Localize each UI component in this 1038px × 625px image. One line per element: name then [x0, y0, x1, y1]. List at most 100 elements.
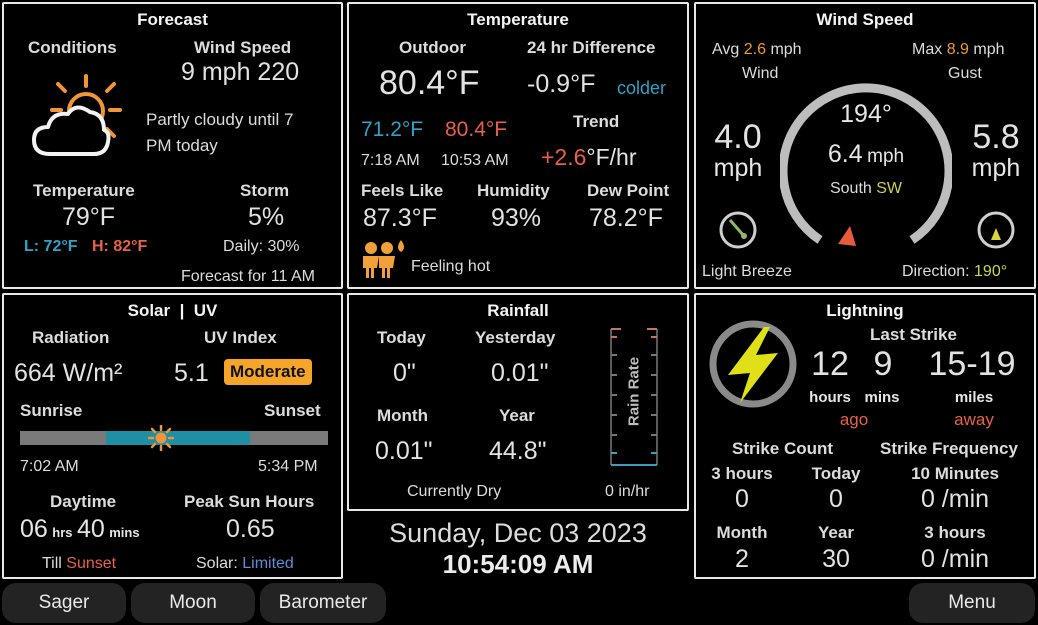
count-today-label: Today: [811, 464, 861, 483]
direction-icon: [977, 211, 1015, 249]
direction-value: 190°: [974, 263, 1008, 280]
daytime-value: 06 hrs 40 mins: [20, 515, 140, 544]
lightning-panel: Lightning Last Strike 12 hours ago 9 min…: [694, 293, 1036, 579]
avg-unit: mph: [770, 41, 802, 58]
barometer-button[interactable]: Barometer: [260, 583, 386, 623]
daytime-mins-unit: mins: [109, 525, 140, 540]
forecast-wind-value: 9 mph 220: [181, 58, 300, 86]
diff-label: 24 hr Difference: [527, 38, 656, 57]
max-unit: mph: [973, 41, 1005, 58]
count-3h-label: 3 hours: [711, 464, 773, 483]
wind-right-unit: mph: [971, 154, 1021, 182]
uv-label: UV Index: [204, 328, 277, 347]
forecast-high: H: 82°F: [92, 238, 148, 255]
partly-cloudy-icon: [32, 74, 122, 156]
clock-time: 10:54:09 AM: [442, 549, 594, 579]
max-prefix: Max: [912, 41, 943, 58]
dir-word: South: [829, 180, 872, 197]
conditions-label: Conditions: [28, 38, 117, 57]
sunrise-label: Sunrise: [20, 401, 83, 420]
rain-month-value: 0.01": [375, 437, 433, 465]
rain-today-value: 0": [393, 359, 416, 387]
diff-value: -0.9°F: [527, 70, 596, 98]
freq-3h-value: 0 /min: [920, 545, 990, 573]
clock-date: Sunday, Dec 03 2023: [389, 518, 647, 548]
daytime-hrs: hrs: [52, 525, 73, 540]
trend-readout: +2.6°F/hr: [541, 144, 637, 171]
dew-value: 78.2°F: [589, 204, 663, 232]
temp-low-value: 71.2°F: [361, 118, 424, 141]
storm-value: 5%: [248, 203, 285, 231]
compass-degrees: 194°: [840, 100, 892, 128]
avg-wind: Avg 2.6 mph: [712, 41, 802, 59]
peak-label: Peak Sun Hours: [184, 492, 315, 511]
max-value: 8.9: [946, 41, 969, 58]
feeling-text: Feeling hot: [411, 258, 491, 275]
solar-status: Solar: Limited: [196, 555, 294, 573]
forecast-temp-value: 79°F: [62, 203, 116, 231]
uv-badge: Moderate: [224, 359, 312, 385]
storm-daily: Daily: 30%: [223, 238, 300, 255]
peak-value: 0.65: [226, 515, 275, 543]
wind-label: Wind: [742, 65, 779, 82]
strike-ago: ago: [839, 410, 869, 429]
daytime-hours: 06: [20, 515, 48, 543]
max-gust: Max 8.9 mph: [912, 41, 1005, 59]
rainfall-title: Rainfall: [487, 301, 549, 320]
rain-today-label: Today: [377, 328, 426, 347]
count-month-label: Month: [716, 523, 768, 542]
humidity-label: Humidity: [477, 181, 550, 200]
sun-position-icon: [148, 425, 174, 451]
breeze-text: Light Breeze: [702, 263, 792, 280]
freq-10m-value: 0 /min: [920, 485, 990, 513]
sunrise-time: 7:02 AM: [20, 458, 79, 475]
dir-abbr: SW: [876, 180, 903, 197]
direction-readout: Direction: 190°: [902, 263, 1007, 281]
radiation-value: 664 W/m²: [14, 359, 123, 387]
feels-value: 87.3°F: [363, 204, 437, 232]
freq-3h-label: 3 hours: [924, 523, 986, 542]
temp-high-value: 80.4°F: [445, 118, 508, 141]
menu-button[interactable]: Menu: [909, 583, 1035, 623]
moon-button[interactable]: Moon: [131, 583, 255, 623]
rain-yesterday-label: Yesterday: [475, 328, 556, 347]
avg-prefix: Avg: [712, 41, 740, 58]
strike-freq-label: Strike Frequency: [880, 439, 1018, 458]
humidity-value: 93%: [491, 204, 542, 232]
compass-speed-unit: mph: [867, 146, 905, 167]
radiation-label: Radiation: [32, 328, 110, 347]
count-year-value: 30: [822, 545, 850, 573]
wind-panel: Wind Speed Avg 2.6 mph Wind Max 8.9 mph …: [694, 2, 1036, 289]
avg-value: 2.6: [743, 41, 766, 58]
forecast-description-2: PM today: [146, 136, 218, 155]
temp-high-time: 10:53 AM: [441, 152, 509, 169]
wind-direction-pointer: [838, 226, 856, 246]
dew-label: Dew Point: [587, 181, 670, 200]
forecast-for: Forecast for 11 AM: [181, 268, 315, 285]
trend-label: Trend: [573, 112, 620, 131]
solar-panel: Solar | UV Radiation 664 W/m² UV Index 5…: [2, 293, 343, 579]
wind-left-unit: mph: [713, 154, 763, 182]
rain-rate: 0 in/hr: [605, 483, 650, 500]
rain-rate-gauge-label: Rain Rate: [625, 356, 643, 427]
strike-miles-label: miles: [954, 389, 994, 406]
breeze-icon: [719, 211, 757, 249]
sunset-label: Sunset: [264, 401, 321, 420]
temperature-panel: Temperature Outdoor 80.4°F 24 hr Differe…: [347, 2, 689, 289]
outdoor-value: 80.4°F: [379, 64, 480, 102]
daytime-label: Daytime: [50, 492, 117, 511]
feels-label: Feels Like: [361, 181, 444, 200]
forecast-low: L: 72°F: [24, 238, 78, 255]
rainfall-panel: Rainfall Today 0" Yesterday 0.01" Month …: [347, 293, 689, 511]
solar-title: Solar | UV: [127, 301, 218, 320]
till-prefix: Till: [42, 555, 62, 572]
count-year-label: Year: [818, 523, 854, 542]
strike-mins-label: mins: [864, 389, 900, 406]
lightning-bolt-icon: [709, 320, 797, 408]
compass-direction: South SW: [796, 180, 936, 198]
sager-button[interactable]: Sager: [2, 583, 126, 623]
compass-speed-value: 6.4: [827, 140, 863, 168]
temperature-title: Temperature: [467, 10, 569, 29]
till-sunset: Till Sunset: [42, 555, 116, 573]
rain-year-label: Year: [499, 406, 535, 425]
